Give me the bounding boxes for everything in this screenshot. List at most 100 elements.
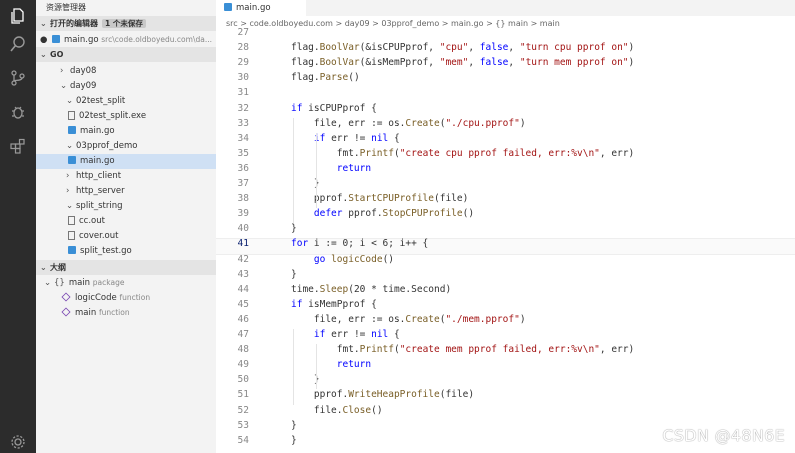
go-file-icon — [224, 3, 232, 11]
line-number: 43 — [237, 268, 249, 280]
code-line[interactable]: flag.BoolVar(&isCPUPprof, "cpu", false, … — [291, 42, 634, 53]
outline-item-main-package[interactable]: ⌄{} main package — [36, 275, 216, 290]
code-line[interactable]: if isMemPprof { — [291, 299, 377, 310]
source-control-icon[interactable] — [8, 68, 28, 88]
tree-folder-03pprof-demo[interactable]: ⌄ 03pprof_demo — [36, 139, 216, 154]
line-number: 30 — [237, 72, 249, 84]
indent-guide — [316, 344, 317, 390]
line-number: 34 — [237, 132, 249, 144]
tree-folder-http-client[interactable]: › http_client — [36, 169, 216, 184]
line-number: 45 — [237, 298, 249, 310]
code-line[interactable]: for i := 0; i < 6; i++ { — [291, 238, 428, 249]
tree-folder-day09[interactable]: ⌄ day09 — [36, 79, 216, 94]
settings-gear-icon[interactable] — [8, 432, 28, 452]
line-number: 44 — [237, 283, 249, 295]
line-number: 29 — [237, 57, 249, 69]
line-number: 48 — [237, 344, 249, 356]
line-number: 51 — [237, 389, 249, 401]
chevron-down-icon: ⌄ — [40, 263, 47, 272]
tree-folder-02test-split[interactable]: ⌄ 02test_split — [36, 94, 216, 109]
code-line[interactable]: fmt.Printf("create cpu pprof failed, err… — [291, 148, 634, 159]
code-line[interactable]: flag.BoolVar(&isMemPprof, "mem", false, … — [291, 57, 634, 68]
chevron-right-icon: › — [66, 186, 70, 196]
open-file-path: src\code.oldboyedu.com\da... — [101, 35, 212, 44]
code-line[interactable]: if err != nil { — [291, 133, 400, 144]
file-label: main.go — [80, 126, 115, 136]
code-line[interactable]: } — [291, 420, 297, 431]
code-line[interactable]: if err != nil { — [291, 329, 400, 340]
code-line[interactable]: flag.Parse() — [291, 72, 360, 83]
extensions-icon[interactable] — [8, 136, 28, 156]
line-number: 50 — [237, 374, 249, 386]
code-line[interactable]: } — [291, 269, 297, 280]
line-number: 39 — [237, 208, 249, 220]
explorer-panel: 资源管理器 ⌄ 打开的编辑器 1 个未保存 ● main.go src\code.ol… — [36, 0, 216, 453]
line-number: 27 — [237, 27, 249, 38]
watermark: CSDN @48N6E — [662, 426, 785, 445]
open-editor-item[interactable]: ● main.go src\code.oldboyedu.com\da... — [36, 32, 216, 47]
go-file-icon — [52, 35, 60, 43]
file-icon — [68, 216, 75, 225]
folder-label: http_client — [76, 171, 122, 181]
folder-label: http_server — [76, 186, 125, 196]
code-line[interactable]: go logicCode() — [291, 254, 394, 265]
chevron-down-icon: ⌄ — [44, 278, 52, 288]
workspace-section[interactable]: ⌄ GO — [36, 47, 216, 62]
explorer-icon[interactable] — [8, 6, 28, 26]
code-line[interactable]: file, err := os.Create("./mem.pprof") — [291, 314, 526, 325]
tree-file-main-go-1[interactable]: main.go — [36, 124, 216, 139]
chevron-down-icon: ⌄ — [40, 19, 47, 28]
line-number: 46 — [237, 313, 249, 325]
tree-folder-http-server[interactable]: › http_server — [36, 184, 216, 199]
code-line[interactable]: } — [291, 435, 297, 446]
code-line[interactable]: if isCPUPprof { — [291, 103, 377, 114]
code-line[interactable]: file, err := os.Create("./cpu.pprof") — [291, 118, 526, 129]
chevron-down-icon: ⌄ — [66, 201, 74, 211]
outline-kind: package — [92, 278, 125, 287]
go-file-icon — [68, 246, 76, 254]
code-line[interactable]: fmt.Printf("create mem pprof failed, err… — [291, 344, 634, 355]
tree-folder-split-string[interactable]: ⌄ split_string — [36, 199, 216, 214]
line-number: 31 — [237, 87, 249, 99]
breadcrumb[interactable]: src > code.oldboyedu.com > day09 > 03ppr… — [216, 16, 795, 31]
code-line[interactable]: return — [291, 163, 371, 174]
code-line[interactable]: file.Close() — [291, 405, 383, 416]
code-line[interactable]: } — [291, 223, 297, 234]
chevron-down-icon: ⌄ — [60, 81, 68, 91]
code-line[interactable]: return — [291, 359, 371, 370]
chevron-right-icon: › — [60, 66, 64, 76]
file-label: cc.out — [79, 216, 105, 226]
tree-folder-day08[interactable]: › day08 — [36, 64, 216, 79]
indent-guide — [316, 132, 317, 209]
workspace-name: GO — [50, 50, 64, 59]
code-line[interactable]: time.Sleep(20 * time.Second) — [291, 284, 451, 295]
function-cube-icon — [61, 292, 71, 302]
code-view[interactable]: 27 28 flag.BoolVar(&isCPUPprof, "cpu", fal… — [216, 27, 795, 453]
line-number: 32 — [237, 102, 249, 114]
search-icon[interactable] — [8, 34, 28, 54]
outline-kind: function — [119, 293, 151, 302]
open-editors-section[interactable]: ⌄ 打开的编辑器 1 个未保存 — [36, 16, 216, 31]
outline-section[interactable]: ⌄ 大纲 — [36, 260, 216, 275]
debug-icon[interactable] — [8, 102, 28, 122]
indent-guide — [293, 117, 294, 224]
tree-file-split-test[interactable]: split_test.go — [36, 244, 216, 259]
line-number: 36 — [237, 162, 249, 174]
chevron-down-icon: ⌄ — [66, 141, 74, 151]
code-line[interactable]: defer pprof.StopCPUProfile() — [291, 208, 474, 219]
code-line[interactable]: pprof.WriteHeapProfile(file) — [291, 389, 474, 400]
code-line[interactable]: pprof.StartCPUProfile(file) — [291, 193, 468, 204]
unsaved-badge: 1 个未保存 — [102, 19, 146, 28]
tree-file-cover-out[interactable]: cover.out — [36, 229, 216, 244]
open-file-name: main.go — [64, 35, 99, 45]
tree-file-split-exe[interactable]: 02test_split.exe — [36, 109, 216, 124]
line-number: 28 — [237, 42, 249, 54]
tab-label: main.go — [236, 3, 271, 13]
tab-main-go[interactable]: main.go — [216, 0, 306, 16]
outline-item-logiccode[interactable]: logicCode function — [36, 290, 216, 305]
outline-item-main[interactable]: main function — [36, 305, 216, 320]
line-number: 53 — [237, 419, 249, 431]
tree-file-cc-out[interactable]: cc.out — [36, 214, 216, 229]
line-number: 37 — [237, 178, 249, 189]
tree-file-main-go-selected[interactable]: main.go — [36, 154, 216, 169]
